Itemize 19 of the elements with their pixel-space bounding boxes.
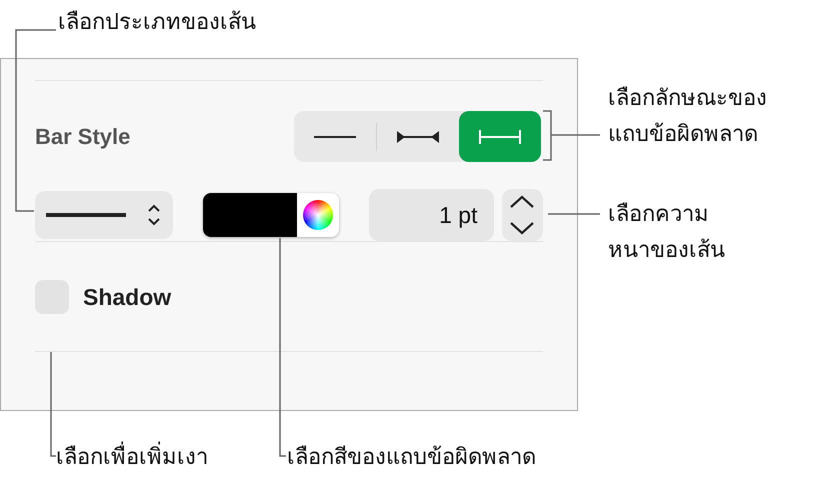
capped-line-icon xyxy=(477,128,524,144)
callout-text: เลือกสีของแถบข้อผิดพลาด xyxy=(287,443,536,471)
line-type-popup[interactable] xyxy=(35,191,174,239)
callout-text: เลือกประเภทของเส้น xyxy=(58,8,256,36)
stepper-arrows-icon xyxy=(508,195,536,235)
bar-style-label: Bar Style xyxy=(35,124,130,150)
callout-text: เลือกลักษณะของ แถบข้อผิดพลาด xyxy=(608,84,767,148)
callout-text: เลือกความ หนาของเส้น xyxy=(608,200,725,264)
leader-line xyxy=(548,213,600,215)
color-swatch[interactable] xyxy=(203,193,298,237)
bracket-leader xyxy=(542,110,601,161)
shadow-label: Shadow xyxy=(83,284,172,310)
bowtie-line-icon xyxy=(395,130,442,144)
stepper[interactable] xyxy=(502,189,544,241)
callout-text: เลือกเพื่อเพิ่มเงา xyxy=(56,439,208,475)
color-wheel-icon[interactable] xyxy=(303,200,334,230)
line-stepper-icon xyxy=(46,204,162,226)
color-well[interactable] xyxy=(203,193,339,237)
thickness-field[interactable]: 1 pt xyxy=(368,189,494,241)
